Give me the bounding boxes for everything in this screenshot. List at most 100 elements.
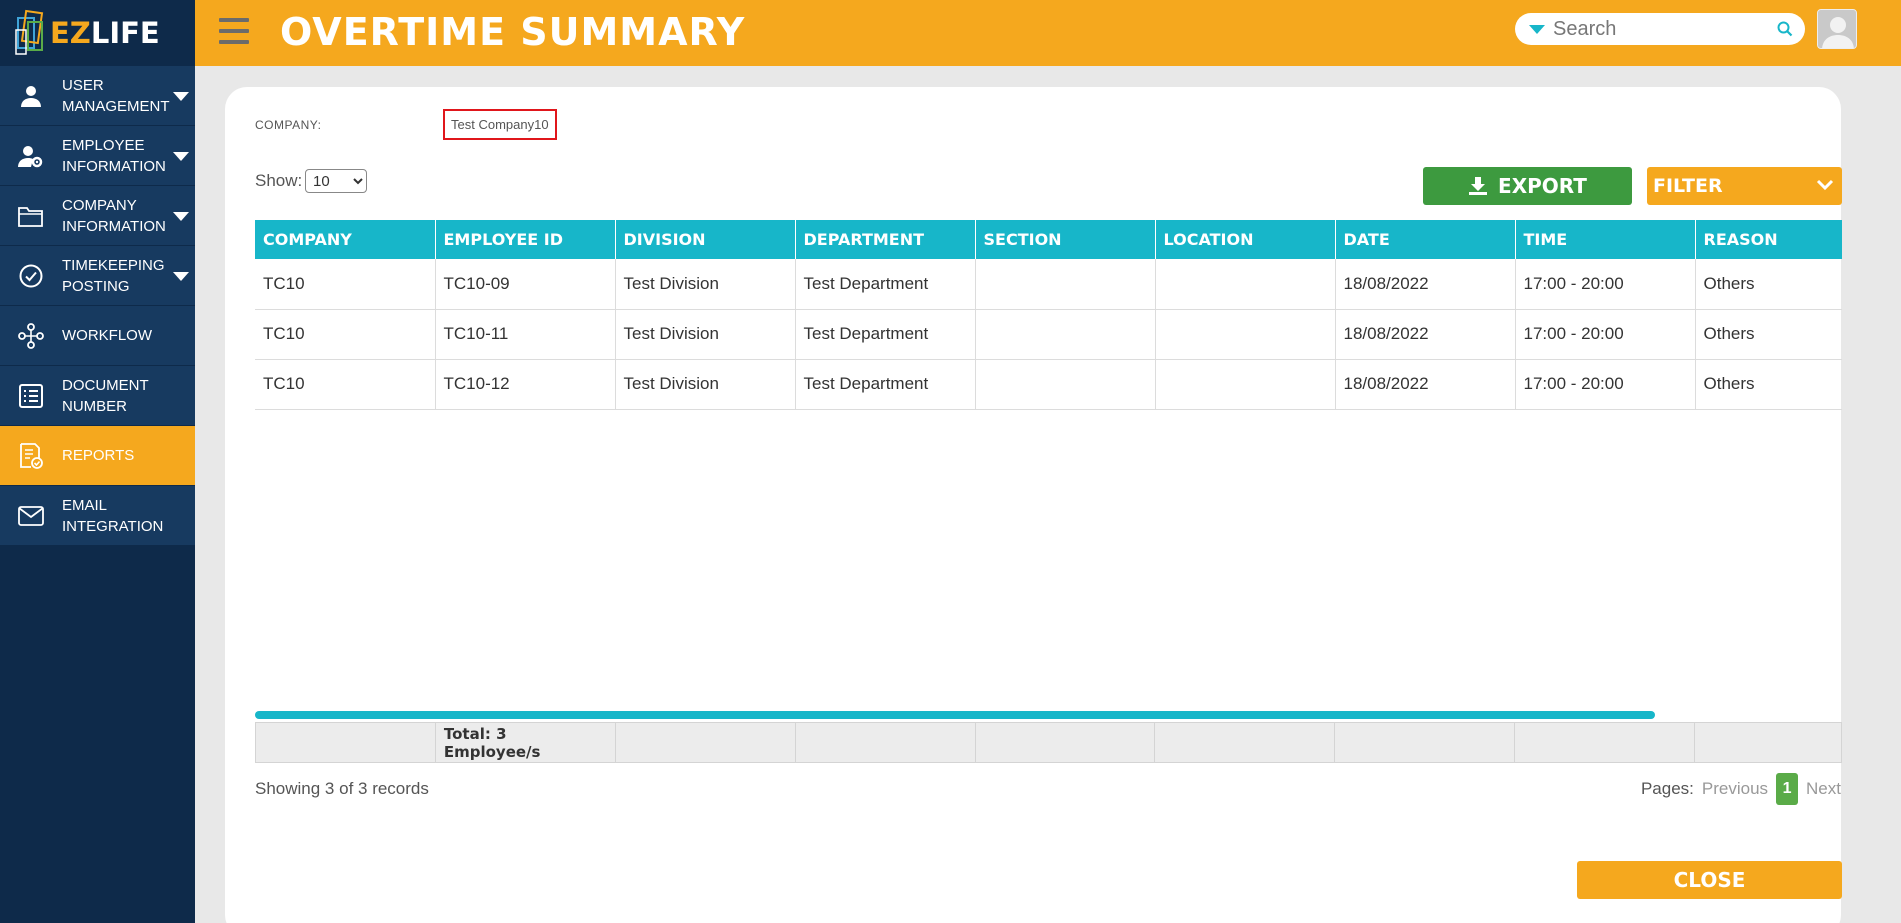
sidebar-item-email-integration[interactable]: EMAIL INTEGRATION (0, 486, 195, 546)
close-button[interactable]: CLOSE (1577, 861, 1842, 899)
cell-time: 17:00 - 20:00 (1515, 309, 1696, 360)
sidebar-item-label: EMPLOYEE INFORMATION (62, 136, 166, 175)
sidebar-item-employee-information[interactable]: EMPLOYEE INFORMATION (0, 126, 195, 186)
search-box (1515, 13, 1805, 45)
column-header-location[interactable]: LOCATION (1155, 220, 1336, 259)
sidebar-item-label: WORKFLOW (62, 327, 152, 344)
column-header-reason[interactable]: REASON (1695, 220, 1842, 259)
cell-section (975, 309, 1156, 360)
sidebar-item-label: EMAIL INTEGRATION (62, 496, 164, 535)
cell-time: 17:00 - 20:00 (1515, 359, 1696, 410)
cell-employee-id: TC10-12 (435, 359, 616, 410)
column-header-section[interactable]: SECTION (975, 220, 1156, 259)
column-header-employee-id[interactable]: EMPLOYEE ID (435, 220, 616, 259)
user-icon (0, 84, 62, 108)
pages-label: Pages: (1640, 779, 1694, 798)
sidebar-item-document-number[interactable]: DOCUMENT NUMBER (0, 366, 195, 426)
report-card: COMPANY: Test Company10 Show: 10 EXPORT … (225, 87, 1842, 923)
chevron-down-icon (1816, 179, 1834, 191)
download-icon (1469, 177, 1488, 195)
cell-department: Test Department (795, 309, 976, 360)
check-circle-icon (0, 264, 62, 288)
filter-button[interactable]: FILTER (1647, 167, 1842, 205)
export-button[interactable]: EXPORT (1423, 167, 1632, 205)
cell-division: Test Division (615, 359, 796, 410)
search-dropdown-caret-icon[interactable] (1529, 24, 1545, 34)
user-gear-icon (0, 144, 62, 168)
table-row[interactable]: TC10 TC10-11 Test Division Test Departme… (255, 309, 1842, 360)
cell-reason: Others (1695, 259, 1842, 310)
sidebar-item-label: COMPANY INFORMATION (62, 196, 166, 235)
caret-down-icon (173, 212, 189, 221)
sidebar-item-label: USER MANAGEMENT (62, 76, 170, 115)
column-header-department[interactable]: DEPARTMENT (795, 220, 976, 259)
cell-division: Test Division (615, 309, 796, 360)
company-label: COMPANY: (255, 118, 322, 132)
cell-department: Test Department (795, 259, 976, 310)
page-title: OVERTIME SUMMARY (280, 10, 746, 54)
footer-total: Total: 3 Employee/s (434, 722, 616, 763)
caret-down-icon (173, 92, 189, 101)
company-value: Test Company10 (443, 109, 557, 140)
user-avatar-icon (1818, 10, 1856, 48)
table-row[interactable]: TC10 TC10-09 Test Division Test Departme… (255, 259, 1842, 310)
page-size-select[interactable]: 10 (305, 169, 367, 193)
cell-employee-id: TC10-09 (435, 259, 616, 310)
cell-date: 18/08/2022 (1335, 309, 1516, 360)
avatar[interactable] (1817, 9, 1857, 49)
cell-location (1155, 309, 1336, 360)
sidebar: EZLIFE USER MANAGEMENT EMPLOYEE INFORMATIO… (0, 0, 195, 923)
cell-section (975, 359, 1156, 410)
pagination: Pages: Previous 1 Next (1641, 773, 1841, 805)
cell-location (1155, 359, 1336, 410)
overtime-table: COMPANY EMPLOYEE ID DIVISION DEPARTMENT … (255, 220, 1842, 410)
show-label: Show: (255, 171, 303, 190)
cell-company: TC10 (255, 359, 436, 410)
sidebar-item-label: DOCUMENT NUMBER (62, 376, 149, 415)
next-page-link[interactable]: Next (1806, 779, 1841, 799)
cell-section (975, 259, 1156, 310)
mail-icon (0, 505, 62, 526)
cell-company: TC10 (255, 259, 436, 310)
sidebar-item-user-management[interactable]: USER MANAGEMENT (0, 66, 195, 126)
report-icon (0, 442, 62, 469)
cell-reason: Others (1695, 309, 1842, 360)
cell-location (1155, 259, 1336, 310)
cell-time: 17:00 - 20:00 (1515, 259, 1696, 310)
cell-employee-id: TC10-11 (435, 309, 616, 360)
cell-division: Test Division (615, 259, 796, 310)
sidebar-item-workflow[interactable]: WORKFLOW (0, 306, 195, 366)
sidebar-item-reports[interactable]: REPORTS (0, 426, 195, 486)
export-label: EXPORT (1498, 174, 1587, 198)
table-footer-row: Total: 3 Employee/s (255, 722, 1842, 763)
app-logo[interactable]: EZLIFE (0, 0, 195, 66)
filter-label: FILTER (1653, 175, 1723, 197)
sidebar-item-label: TIMEKEEPING POSTING (62, 256, 165, 295)
column-header-time[interactable]: TIME (1515, 220, 1696, 259)
column-header-company[interactable]: COMPANY (255, 220, 436, 259)
logo-text: EZLIFE (50, 16, 160, 50)
records-count: Showing 3 of 3 records (255, 779, 429, 798)
table-footer: Total: 3 Employee/s (255, 722, 1842, 763)
cell-reason: Others (1695, 359, 1842, 410)
folder-icon (0, 205, 62, 227)
table-header-row: COMPANY EMPLOYEE ID DIVISION DEPARTMENT … (255, 220, 1842, 259)
column-header-date[interactable]: DATE (1335, 220, 1516, 259)
list-icon (0, 383, 62, 408)
cell-company: TC10 (255, 309, 436, 360)
workflow-icon (0, 322, 62, 349)
hamburger-menu-icon[interactable] (219, 18, 249, 44)
sidebar-item-timekeeping-posting[interactable]: TIMEKEEPING POSTING (0, 246, 195, 306)
cell-department: Test Department (795, 359, 976, 410)
horizontal-scrollbar[interactable] (255, 711, 1655, 719)
sidebar-item-company-information[interactable]: COMPANY INFORMATION (0, 186, 195, 246)
column-header-division[interactable]: DIVISION (615, 220, 796, 259)
page-1-button[interactable]: 1 (1776, 773, 1799, 805)
caret-down-icon (173, 272, 189, 281)
previous-page-link[interactable]: Previous (1702, 779, 1768, 799)
search-input[interactable] (1553, 17, 1773, 41)
sidebar-nav: USER MANAGEMENT EMPLOYEE INFORMATION COMPA… (0, 66, 195, 546)
search-icon[interactable] (1777, 21, 1793, 37)
cell-date: 18/08/2022 (1335, 259, 1516, 310)
table-row[interactable]: TC10 TC10-12 Test Division Test Departme… (255, 359, 1842, 410)
